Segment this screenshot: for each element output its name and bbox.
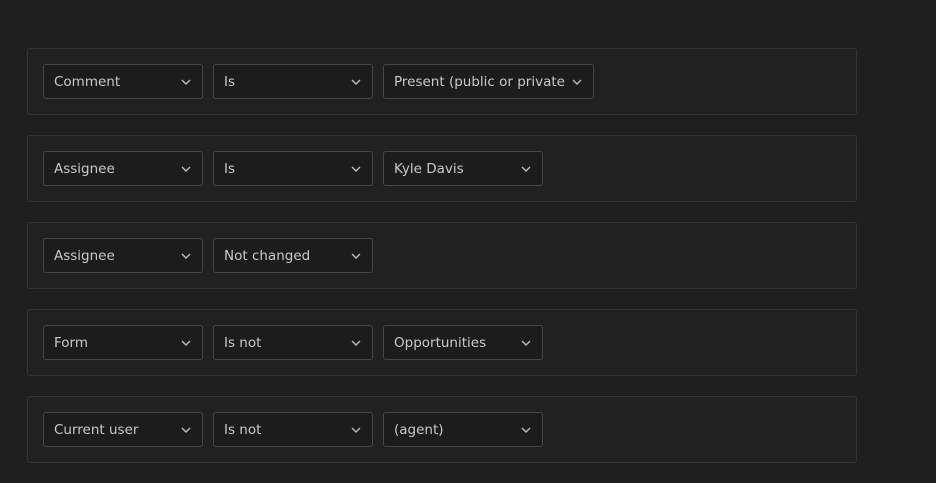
field-select[interactable]: Assignee [43,151,203,186]
conditions-list: Comment Is Present (public or private) A… [27,48,857,483]
operator-select-value: Is not [224,421,262,438]
field-select-value: Current user [54,421,139,438]
value-select-value: Kyle Davis [394,160,464,177]
chevron-down-icon [520,337,532,349]
value-select[interactable]: Kyle Davis [383,151,543,186]
chevron-down-icon [520,424,532,436]
operator-select[interactable]: Not changed [213,238,373,273]
field-select-value: Assignee [54,247,115,264]
chevron-down-icon [520,163,532,175]
field-select[interactable]: Form [43,325,203,360]
field-select-value: Assignee [54,160,115,177]
operator-select-value: Is [224,160,236,177]
chevron-down-icon [180,76,192,88]
operator-select-value: Not changed [224,247,311,264]
value-select-value: Opportunities [394,334,487,351]
condition-row: Form Is not Opportunities [27,309,857,376]
chevron-down-icon [350,163,362,175]
operator-select[interactable]: Is [213,64,373,99]
chevron-down-icon [350,424,362,436]
chevron-down-icon [180,250,192,262]
operator-select[interactable]: Is not [213,325,373,360]
condition-row: Assignee Not changed [27,222,857,289]
value-select-value: Present (public or private) [394,73,565,90]
chevron-down-icon [180,337,192,349]
chevron-down-icon [350,337,362,349]
chevron-down-icon [350,76,362,88]
value-select[interactable]: Present (public or private) [383,64,594,99]
value-select-value: (agent) [394,421,444,438]
chevron-down-icon [180,424,192,436]
chevron-down-icon [350,250,362,262]
value-select[interactable]: (agent) [383,412,543,447]
operator-select-value: Is not [224,334,262,351]
field-select-value: Form [54,334,89,351]
field-select[interactable]: Assignee [43,238,203,273]
field-select[interactable]: Current user [43,412,203,447]
chevron-down-icon [180,163,192,175]
field-select-value: Comment [54,73,121,90]
condition-row: Assignee Is Kyle Davis [27,135,857,202]
condition-row: Comment Is Present (public or private) [27,48,857,115]
operator-select-value: Is [224,73,236,90]
condition-row: Current user Is not (agent) [27,396,857,463]
value-select[interactable]: Opportunities [383,325,543,360]
field-select[interactable]: Comment [43,64,203,99]
operator-select[interactable]: Is [213,151,373,186]
chevron-down-icon [571,76,583,88]
operator-select[interactable]: Is not [213,412,373,447]
